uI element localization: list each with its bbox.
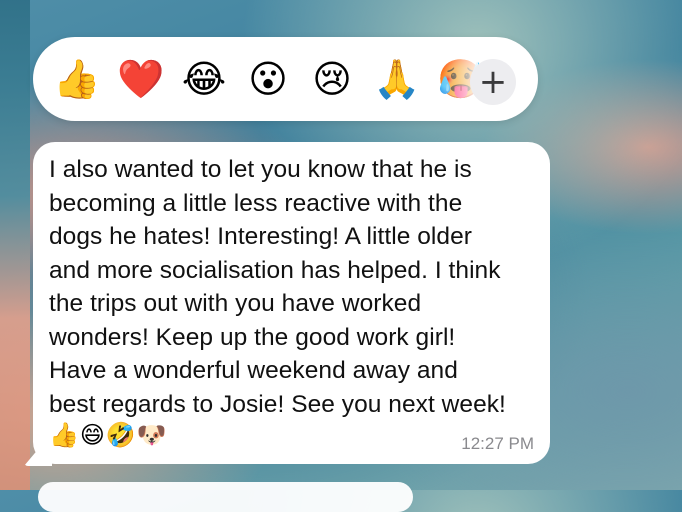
folded-hands-icon[interactable]: 🙏	[373, 56, 420, 102]
tears-of-joy-icon[interactable]: 😂	[181, 56, 227, 102]
reaction-picker: 👍 ❤️ 😂 😮 😢 🙏 🥵 +	[33, 37, 538, 121]
red-heart-icon[interactable]: ❤️	[117, 56, 164, 102]
message-bubble[interactable]: I also wanted to let you know that he is…	[33, 142, 550, 464]
message-line: dogs he hates! Interesting! A little old…	[49, 223, 472, 250]
message-line: becoming a little less reactive with the	[49, 189, 463, 217]
plus-icon: +	[478, 62, 508, 102]
message-line: and more socialisation has helped. I thi…	[49, 256, 501, 284]
thumbs-up-icon[interactable]: 👍	[53, 56, 100, 102]
crying-face-icon[interactable]: 😢	[309, 56, 355, 102]
add-reaction-button[interactable]: +	[470, 59, 516, 105]
message-line: best regards to Josie! See you next week…	[49, 390, 506, 418]
message-line: the trips out with you have worked	[49, 290, 422, 317]
message-line: I also wanted to let you know that he is	[49, 156, 472, 183]
message-line: Have a wonderful weekend away and	[49, 357, 458, 384]
message-line: wonders! Keep up the good work girl!	[49, 323, 456, 351]
background-edge	[0, 0, 30, 490]
next-message-bubble[interactable]	[38, 482, 413, 512]
message-emojis: 👍😄🤣🐶	[49, 421, 168, 449]
surprised-face-icon[interactable]: 😮	[245, 56, 291, 102]
message-timestamp: 12:27 PM	[461, 434, 534, 453]
message-text: I also wanted to let you know that he is…	[49, 153, 536, 421]
